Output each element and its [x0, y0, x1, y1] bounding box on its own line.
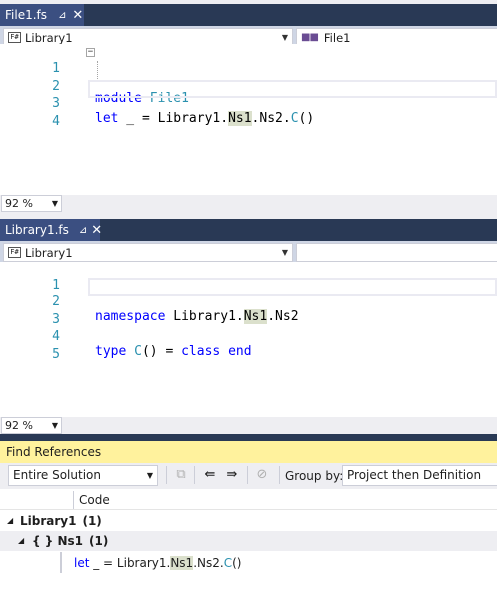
definition-name: Ns1: [57, 534, 83, 548]
expanded-arrow-icon[interactable]: ◢: [7, 511, 13, 531]
next-location-icon[interactable]: ⇛: [223, 466, 241, 484]
library1-project-dropdown[interactable]: F# Library1 ▼: [3, 243, 293, 262]
toolbar-separator: [247, 466, 248, 484]
library1-project-label: Library1: [25, 245, 73, 260]
zoom-level: 92 %: [5, 197, 33, 210]
code-line: 4: [0, 98, 497, 129]
file1-tab-strip: File1.fs ⊿ ✕: [0, 4, 497, 26]
line-number: 4: [52, 114, 60, 129]
code-text: _ = Library1.: [89, 556, 171, 570]
library1-tab-strip: Library1.fs ⊿ ✕: [0, 219, 497, 241]
column-header-code[interactable]: Code: [79, 489, 110, 511]
code-line: 3 let _ = Library1.Ns1.Ns2.C(): [0, 80, 497, 126]
code-text: (): [232, 556, 242, 570]
find-references-results[interactable]: Code ◢ Library1 (1) ◢ { } Ns1 (1) let _ = …: [0, 489, 497, 609]
tab-library1-title: Library1.fs: [5, 223, 69, 237]
code-line: 2: [0, 63, 497, 94]
chevron-down-icon: ▼: [281, 248, 288, 257]
code-text: .Ns2.: [193, 556, 224, 570]
project-group-row[interactable]: ◢ Library1 (1): [0, 511, 497, 531]
copy-icon[interactable]: ⧉: [172, 466, 190, 484]
code-line: 4 type C() = class end: [0, 313, 497, 359]
code-line: 2 namespace Library1.Ns1.Ns2: [0, 278, 497, 324]
chevron-down-icon: ▼: [51, 421, 58, 430]
tab-library1[interactable]: Library1.fs ⊿ ✕: [0, 219, 102, 241]
library1-navigation-bar: F# Library1 ▼: [0, 241, 497, 263]
code-line: 1 − module File1: [0, 45, 497, 107]
toolbar-separator: [194, 466, 195, 484]
chevron-down-icon: ▼: [51, 199, 58, 208]
project-name: Library1: [20, 514, 77, 528]
results-column-header: Code: [0, 489, 497, 510]
scope-value: Entire Solution: [13, 468, 101, 482]
file1-module-label: File1: [323, 30, 351, 45]
line-number: 5: [52, 347, 60, 362]
file1-zoom-dropdown[interactable]: 92 % ▼: [1, 195, 62, 212]
library1-member-dropdown[interactable]: [296, 243, 497, 262]
group-by-label: Group by:: [285, 469, 344, 483]
definition-count: (1): [89, 534, 109, 548]
file1-zoom-bar: 92 % ▼: [0, 195, 497, 212]
fsharp-file-icon: F#: [8, 247, 21, 258]
toolbar-separator: [166, 466, 167, 484]
reference-highlight: Ns1: [170, 556, 194, 570]
library1-code-editor[interactable]: 1 2 namespace Library1.Ns1.Ns2 3 4 type …: [0, 262, 497, 417]
fsharp-file-icon: F#: [8, 32, 21, 43]
project-count: (1): [82, 514, 102, 528]
type-name: C: [223, 556, 233, 570]
scope-dropdown[interactable]: Entire Solution ▼: [8, 465, 158, 486]
tab-file1-title: File1.fs: [5, 8, 48, 22]
namespace-icon: { }: [32, 534, 54, 548]
tab-file1[interactable]: File1.fs ⊿ ✕: [0, 4, 84, 26]
chevron-down-icon: ▼: [146, 471, 153, 480]
group-by-value: Project then Definition: [347, 468, 482, 482]
code-line: 3: [0, 296, 497, 327]
pin-icon[interactable]: ⊿: [57, 10, 68, 21]
previous-location-icon[interactable]: ⇚: [201, 466, 219, 484]
find-references-title[interactable]: Find References: [0, 441, 497, 463]
library1-zoom-dropdown[interactable]: 92 % ▼: [1, 417, 62, 434]
close-icon[interactable]: ✕: [72, 8, 84, 23]
expanded-arrow-icon[interactable]: ◢: [18, 531, 24, 551]
toolbar-separator: [279, 466, 280, 484]
column-divider[interactable]: [73, 491, 74, 509]
keyword: let: [74, 556, 90, 570]
file1-project-label: Library1: [25, 30, 73, 45]
code-line: 5: [0, 331, 497, 362]
definition-group-row[interactable]: ◢ { } Ns1 (1): [0, 531, 497, 551]
group-by-dropdown[interactable]: Project then Definition: [342, 465, 497, 486]
clear-filter-icon[interactable]: ⊘: [253, 466, 271, 484]
zoom-level: 92 %: [5, 419, 33, 432]
close-icon[interactable]: ✕: [91, 223, 102, 238]
window-splitter[interactable]: [0, 434, 497, 441]
pin-icon[interactable]: ⊿: [79, 225, 87, 236]
module-icon: ■■: [301, 32, 319, 43]
reference-row[interactable]: let _ = Library1.Ns1.Ns2.C(): [0, 553, 497, 573]
file1-code-editor[interactable]: 1 − module File1 2 3 let _ = Library1.Ns…: [0, 44, 497, 195]
collapse-icon[interactable]: −: [86, 48, 95, 57]
library1-zoom-bar: 92 % ▼: [0, 417, 497, 434]
